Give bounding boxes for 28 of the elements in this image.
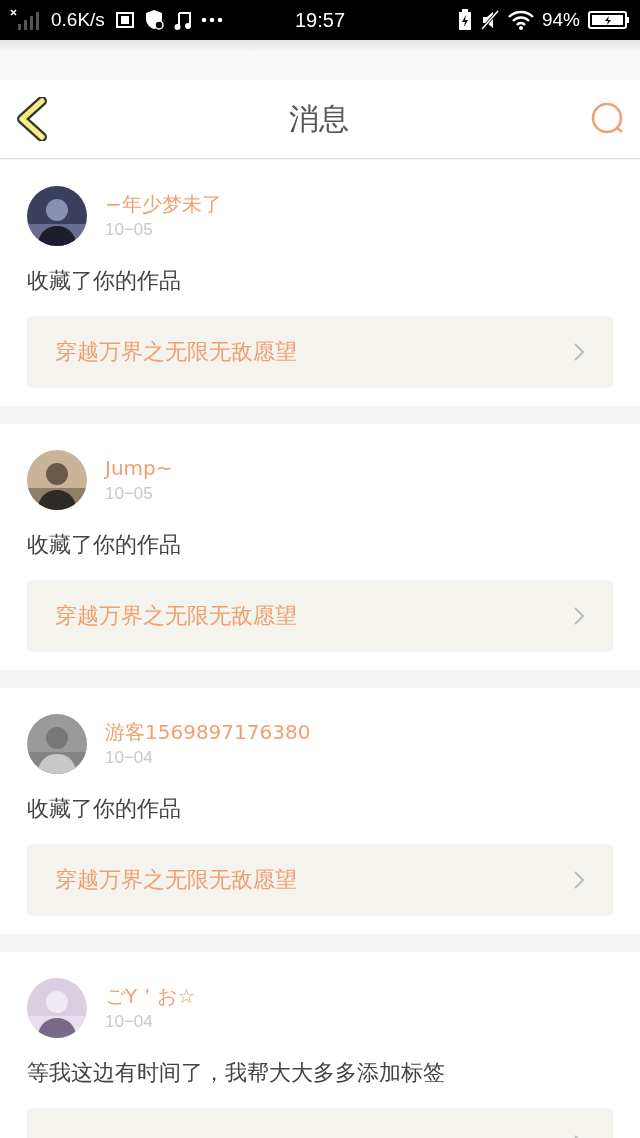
battery-saver-icon bbox=[457, 9, 472, 31]
more-icon bbox=[200, 17, 223, 23]
message-text: 等我这边有时间了，我帮大大多多添加标签 bbox=[27, 1059, 446, 1087]
screenshot-icon bbox=[113, 10, 136, 30]
mute-icon bbox=[479, 10, 500, 30]
chevron-right-icon bbox=[573, 870, 585, 890]
back-button[interactable] bbox=[16, 97, 48, 141]
battery-percent: 94% bbox=[541, 9, 580, 31]
user-name[interactable]: ごY＇お☆ bbox=[105, 982, 196, 1010]
chevron-right-icon bbox=[573, 342, 585, 362]
battery-icon bbox=[588, 10, 630, 30]
message-text: 收藏了你的作品 bbox=[27, 531, 182, 559]
shield-icon bbox=[144, 9, 165, 31]
book-link[interactable]: 穿越万界之无限无敌愿望 bbox=[27, 316, 613, 388]
signal-icon bbox=[10, 8, 42, 32]
music-icon bbox=[173, 10, 192, 30]
book-link[interactable]: 穿越万界之无限无敌愿望 bbox=[27, 580, 613, 652]
chevron-right-icon bbox=[573, 606, 585, 626]
wifi-icon bbox=[507, 10, 534, 30]
message-text: 收藏了你的作品 bbox=[27, 795, 182, 823]
user-name[interactable]: Jump~ bbox=[105, 454, 173, 482]
page-title: 消息 bbox=[289, 99, 349, 138]
user-name[interactable]: 游客1569897176380 bbox=[105, 718, 311, 746]
book-link[interactable]: 穿越万界之无限无敌愿望 bbox=[27, 844, 613, 916]
clock: 19:57 bbox=[294, 8, 346, 32]
network-speed: 0.6K/s bbox=[51, 9, 105, 31]
user-name[interactable]: −年少梦未了 bbox=[105, 190, 222, 218]
message-text: 收藏了你的作品 bbox=[27, 267, 182, 295]
